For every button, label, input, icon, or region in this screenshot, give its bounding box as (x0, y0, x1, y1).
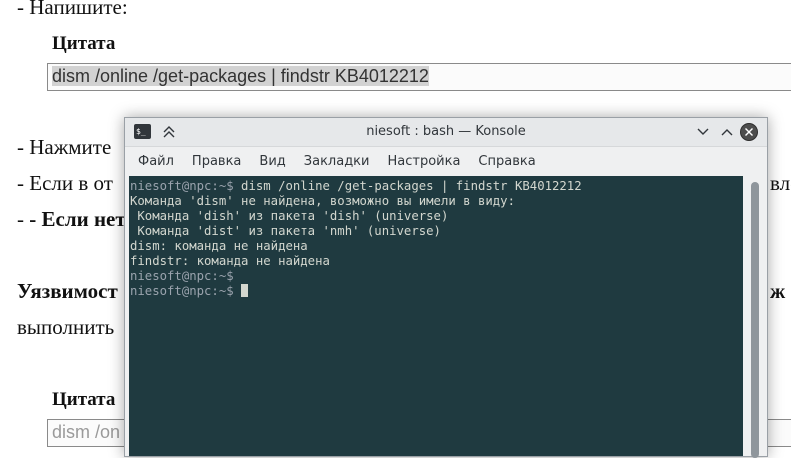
menu-settings[interactable]: Настройка (378, 154, 469, 169)
terminal-output: dism: команда не найдена (130, 239, 308, 253)
terminal-line: Команда 'dish' из пакета 'dish' (univers… (130, 209, 743, 224)
terminal-line: dism: команда не найдена (130, 239, 743, 254)
terminal-view[interactable]: niesoft@npc:~$ dism /online /get-package… (129, 176, 743, 456)
page-text-if: - Если в от (17, 171, 113, 195)
quote-box[interactable]: dism /online /get-packages | findstr KB4… (47, 63, 791, 91)
terminal-line: niesoft@npc:~$ (130, 284, 743, 299)
quote-text-2[interactable]: dism /on (52, 422, 120, 442)
terminal-output: findstr: команда не найдена (130, 254, 330, 268)
page-text-vuln-right: ж (770, 279, 786, 303)
terminal-line: niesoft@npc:~$ dism /online /get-package… (130, 179, 743, 194)
scrollbar[interactable] (745, 176, 765, 458)
maximize-button[interactable] (717, 122, 737, 142)
window-title: niesoft : bash — Konsole (366, 124, 526, 139)
terminal-input[interactable] (234, 284, 241, 298)
page-text-press: - Нажмите (17, 135, 112, 159)
titlebar[interactable]: $_ niesoft : bash — Konsole (125, 118, 767, 147)
shell-prompt: niesoft@npc:~$ (130, 179, 234, 193)
chevron-down-icon (697, 128, 709, 135)
text-cursor (241, 284, 249, 297)
menu-edit[interactable]: Правка (183, 154, 250, 169)
quote-label-2: Цитата (52, 389, 116, 410)
shell-prompt: niesoft@npc:~$ (130, 284, 234, 298)
page-text-write: - Напишите: (17, 0, 128, 19)
ifnot-bold: - Если нет, (29, 207, 130, 231)
quote-label: Цитата (52, 33, 116, 54)
menu-view[interactable]: Вид (250, 154, 294, 169)
scrollbar-thumb[interactable] (751, 182, 759, 458)
page-text-ifnot: - - Если нет, (17, 207, 129, 231)
ifnot-dash: - (17, 207, 30, 231)
terminal-output: Команда 'dism' не найдена, возможно вы и… (130, 194, 515, 208)
terminal-output: Команда 'dish' из пакета 'dish' (univers… (130, 209, 449, 223)
terminal-line: Команда 'dism' не найдена, возможно вы и… (130, 194, 743, 209)
close-button[interactable] (740, 123, 758, 141)
terminal-line: Команда 'dist' из пакета 'nmh' (universe… (130, 224, 743, 239)
page-text-execute: выполнить (17, 315, 115, 339)
page-text-if-right: вле (770, 171, 791, 195)
terminal-command: dism /online /get-packages | findstr KB4… (233, 179, 582, 193)
minimize-button[interactable] (693, 122, 713, 142)
shell-prompt: niesoft@npc:~$ (130, 269, 234, 283)
terminal-line: niesoft@npc:~$ (130, 269, 743, 284)
menu-help[interactable]: Справка (469, 154, 544, 169)
page-text-vuln: Уязвимост (17, 279, 118, 303)
menu-file[interactable]: Файл (129, 154, 183, 169)
terminal-line: findstr: команда не найдена (130, 254, 743, 269)
chevron-up-icon (721, 129, 733, 136)
menu-bookmarks[interactable]: Закладки (295, 154, 379, 169)
konsole-window[interactable]: $_ niesoft : bash — Konsole Файл Правка … (124, 117, 768, 458)
menubar: Файл Правка Вид Закладки Настройка Справ… (125, 147, 767, 175)
quote-text[interactable]: dism /online /get-packages | findstr KB4… (52, 66, 429, 86)
close-icon (745, 128, 753, 136)
terminal-output: Команда 'dist' из пакета 'nmh' (universe… (130, 224, 441, 238)
